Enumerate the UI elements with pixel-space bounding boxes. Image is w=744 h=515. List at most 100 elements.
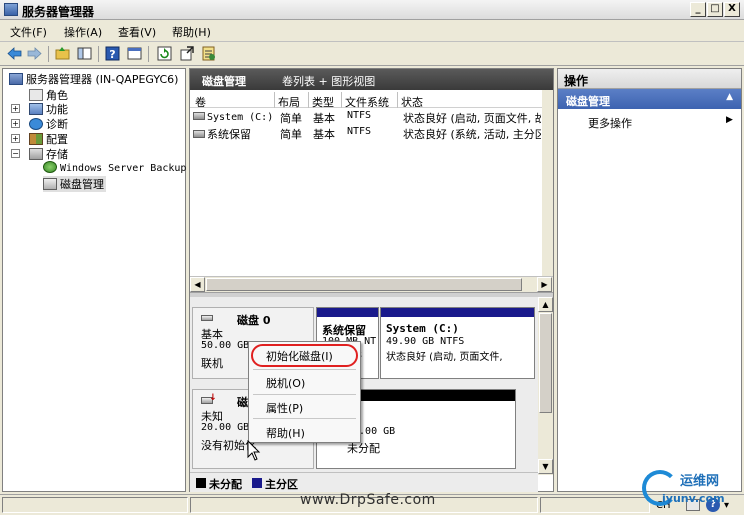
volume-name: 系统保留 [207, 128, 251, 141]
console-icon[interactable] [126, 45, 143, 62]
pane-header: 磁盘管理 卷列表 + 图形视图 [190, 69, 553, 90]
menu-separator [253, 394, 356, 395]
horizontal-scroll-thumb[interactable] [206, 278, 522, 291]
minimize-button[interactable]: _ [690, 2, 706, 17]
menu-item-properties[interactable]: 属性(P) [249, 396, 360, 418]
menu-view[interactable]: 查看(V) [118, 24, 156, 40]
tree-configuration-label: 配置 [46, 133, 68, 146]
volume-list-horizontal-scrollbar[interactable]: ◀ ▶ [190, 276, 553, 292]
show-hide-tree-icon[interactable] [76, 45, 93, 62]
partition-status: 状态良好 (启动, 页面文件, [386, 352, 503, 363]
column-divider[interactable] [341, 92, 342, 108]
graphical-disk-view: 磁盘 0 基本 50.00 GB 联机 系统保留 100 MB NT 状态良好 … [190, 297, 538, 492]
actions-pane: 操作 磁盘管理 ▲ 更多操作 ▶ [557, 68, 742, 492]
tree-node-configuration[interactable]: 配置 [29, 131, 68, 147]
partition-type-bar [317, 308, 378, 317]
legend-unallocated-label: 未分配 [209, 478, 242, 491]
close-button[interactable]: X [724, 2, 740, 17]
tree-node-server-manager[interactable]: 服务器管理器 (IN-QAPEGYC6) [9, 71, 178, 87]
disk-view-vertical-scrollbar[interactable]: ▲ ▼ [538, 297, 553, 475]
disk-icon [201, 315, 213, 321]
more-actions-link[interactable]: 更多操作 [588, 115, 632, 131]
partition-system-c[interactable]: System (C:) 49.90 GB NTFS 状态良好 (启动, 页面文件… [380, 307, 535, 379]
backup-icon [43, 161, 57, 173]
tree-disk-management-label: 磁盘管理 [60, 178, 104, 191]
refresh-icon[interactable] [156, 45, 173, 62]
server-manager-window: 服务器管理器 _ □ X 文件(F) 操作(A) 查看(V) 帮助(H) ? 服… [0, 0, 744, 515]
disk-legend: 未分配 主分区 [190, 472, 538, 492]
actions-section-disk-management[interactable]: 磁盘管理 ▲ [558, 89, 741, 109]
expand-configuration-toggle[interactable]: + [11, 134, 20, 143]
tree-root-label: 服务器管理器 (IN-QAPEGYC6) [26, 73, 179, 86]
type-cell: 基本 [313, 128, 335, 141]
volume-list-header: 卷 布局 类型 文件系统 状态 [190, 92, 542, 110]
pane-view-mode: 卷列表 + 图形视图 [282, 75, 376, 88]
menu-action[interactable]: 操作(A) [64, 24, 102, 40]
properties-icon[interactable] [200, 45, 217, 62]
expand-diagnostics-toggle[interactable]: + [11, 119, 20, 128]
tree-node-diagnostics[interactable]: 诊断 [29, 116, 68, 132]
actions-section-label: 磁盘管理 [566, 95, 610, 108]
tree-node-windows-server-backup[interactable]: Windows Server Backup [43, 161, 186, 174]
forward-arrow-icon[interactable] [26, 45, 43, 62]
collapse-storage-toggle[interactable]: − [11, 149, 20, 158]
toolbar-separator [98, 46, 99, 62]
maximize-button[interactable]: □ [707, 2, 723, 17]
toolbar-separator [48, 46, 49, 62]
scroll-up-button[interactable]: ▲ [538, 297, 553, 312]
menu-item-offline[interactable]: 脱机(O) [249, 371, 360, 393]
column-divider[interactable] [397, 92, 398, 108]
tree-node-storage[interactable]: 存储 [29, 146, 68, 162]
logo-text-cn: 运维网 [680, 474, 720, 489]
volume-list-vertical-scrollbar[interactable] [542, 90, 553, 276]
tree-node-features[interactable]: 功能 [29, 101, 68, 117]
menu-item-help[interactable]: 帮助(H) [249, 421, 360, 443]
disk-size: 50.00 GB [201, 340, 250, 351]
menu-help[interactable]: 帮助(H) [172, 24, 211, 40]
column-header-status[interactable]: 状态 [401, 94, 423, 110]
menu-separator [253, 369, 356, 370]
column-header-type[interactable]: 类型 [312, 94, 334, 110]
volume-name: System (C:) [207, 112, 273, 123]
volume-icon [193, 130, 205, 138]
actions-header: 操作 [558, 69, 741, 89]
expand-features-toggle[interactable]: + [11, 104, 20, 113]
highlight-ring [251, 344, 358, 367]
partition-size: 49.90 GB NTFS [386, 336, 465, 347]
disk-name: 磁盘 0 [237, 314, 271, 327]
column-divider[interactable] [308, 92, 309, 108]
tree-node-disk-management[interactable]: 磁盘管理 [43, 176, 106, 192]
legend-primary-label: 主分区 [265, 478, 298, 491]
filesystem-cell: NTFS [347, 110, 372, 121]
table-row[interactable]: 系统保留 简单 基本 NTFS 状态良好 (系统, 活动, 主分区 [190, 125, 542, 141]
help-icon[interactable]: ? [104, 45, 121, 62]
column-header-filesystem[interactable]: 文件系统 [345, 94, 389, 110]
diagnostics-icon [29, 118, 43, 130]
scroll-right-button[interactable]: ▶ [537, 277, 552, 292]
filesystem-cell: NTFS [347, 126, 372, 137]
scroll-down-button[interactable]: ▼ [538, 459, 553, 474]
up-folder-icon[interactable] [54, 45, 71, 62]
collapse-up-icon[interactable]: ▲ [726, 92, 733, 102]
column-divider[interactable] [274, 92, 275, 108]
volume-icon [193, 112, 205, 120]
scroll-left-button[interactable]: ◀ [190, 277, 205, 292]
vertical-scroll-thumb[interactable] [539, 313, 552, 413]
back-arrow-icon[interactable] [6, 45, 23, 62]
disk-management-icon [43, 178, 57, 190]
export-icon[interactable] [178, 45, 195, 62]
mouse-cursor-icon [247, 440, 261, 461]
title-bar: 服务器管理器 _ □ X [0, 0, 744, 20]
configuration-icon [29, 133, 43, 145]
column-header-layout[interactable]: 布局 [278, 94, 300, 110]
tree-features-label: 功能 [46, 103, 68, 116]
table-row[interactable]: System (C:) 简单 基本 NTFS 状态良好 (启动, 页面文件, 故 [190, 109, 542, 125]
menu-separator [253, 418, 356, 419]
pane-title: 磁盘管理 [202, 75, 246, 88]
column-header-volume[interactable]: 卷 [195, 94, 206, 110]
tree-backup-label: Windows Server Backup [60, 163, 187, 174]
status-cell: 状态良好 (启动, 页面文件, 故 [403, 112, 541, 125]
menu-file[interactable]: 文件(F) [10, 24, 47, 40]
status-cell-left [2, 497, 188, 513]
volume-name-cell: System (C:) [193, 110, 273, 123]
